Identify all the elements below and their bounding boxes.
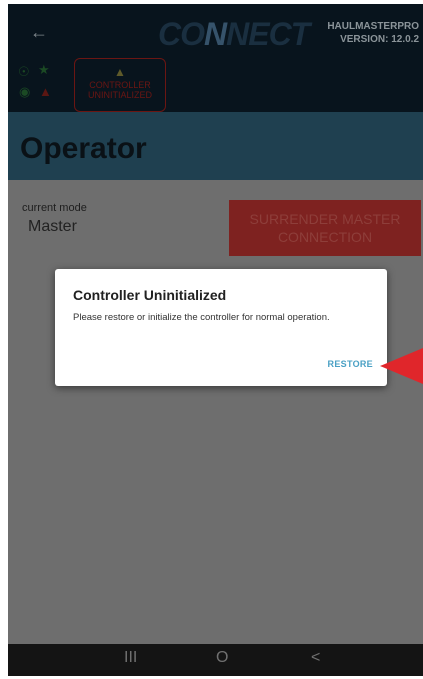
app-header: ← CONNECT HAULMASTERPRO VERSION: 12.0.2 …: [8, 4, 423, 112]
nav-back-button[interactable]: <: [311, 649, 320, 667]
star-icon: ★: [38, 62, 50, 77]
warning-icon: ▲: [114, 65, 126, 79]
page-title: Operator: [20, 132, 147, 165]
wifi-icon: ☉: [18, 64, 30, 79]
surrender-label-line-1: SURRENDER MASTER: [249, 211, 401, 227]
warning-line-1: CONTROLLER: [89, 80, 151, 90]
back-arrow-icon[interactable]: ←: [30, 22, 48, 43]
dialog-title: Controller Uninitialized: [73, 287, 227, 303]
controller-uninitialized-dialog: Controller Uninitialized Please restore …: [55, 269, 387, 386]
dialog-message: Please restore or initialize the control…: [73, 312, 330, 323]
annotation-arrow-icon: [380, 348, 423, 384]
surrender-master-button[interactable]: SURRENDER MASTER CONNECTION: [229, 200, 421, 256]
recents-button[interactable]: III: [124, 649, 137, 667]
connect-logo: CONNECT: [158, 16, 310, 52]
device-frame: ← CONNECT HAULMASTERPRO VERSION: 12.0.2 …: [8, 4, 423, 676]
restore-button[interactable]: RESTORE: [328, 359, 373, 369]
controller-status-badge[interactable]: ▲ CONTROLLER UNINITIALIZED: [74, 58, 166, 112]
location-pin-icon: ◉: [19, 84, 31, 99]
page-title-bar: Operator: [8, 112, 423, 180]
current-mode-value: Master: [28, 218, 77, 235]
android-nav-bar: III O <: [8, 644, 423, 676]
surrender-label-line-2: CONNECTION: [277, 229, 373, 245]
app-version-info: HAULMASTERPRO VERSION: 12.0.2: [327, 20, 419, 46]
warning-line-2: UNINITIALIZED: [87, 90, 152, 100]
person-icon: ▲: [39, 84, 52, 99]
app-version: VERSION: 12.0.2: [340, 34, 419, 45]
page-content: current mode Master SURRENDER MASTER CON…: [8, 180, 423, 644]
home-button[interactable]: O: [216, 649, 228, 667]
status-icons: ☉ ★ ◉ ▲: [18, 62, 68, 108]
current-mode-label: current mode: [22, 202, 87, 214]
app-name: HAULMASTERPRO: [327, 21, 419, 32]
